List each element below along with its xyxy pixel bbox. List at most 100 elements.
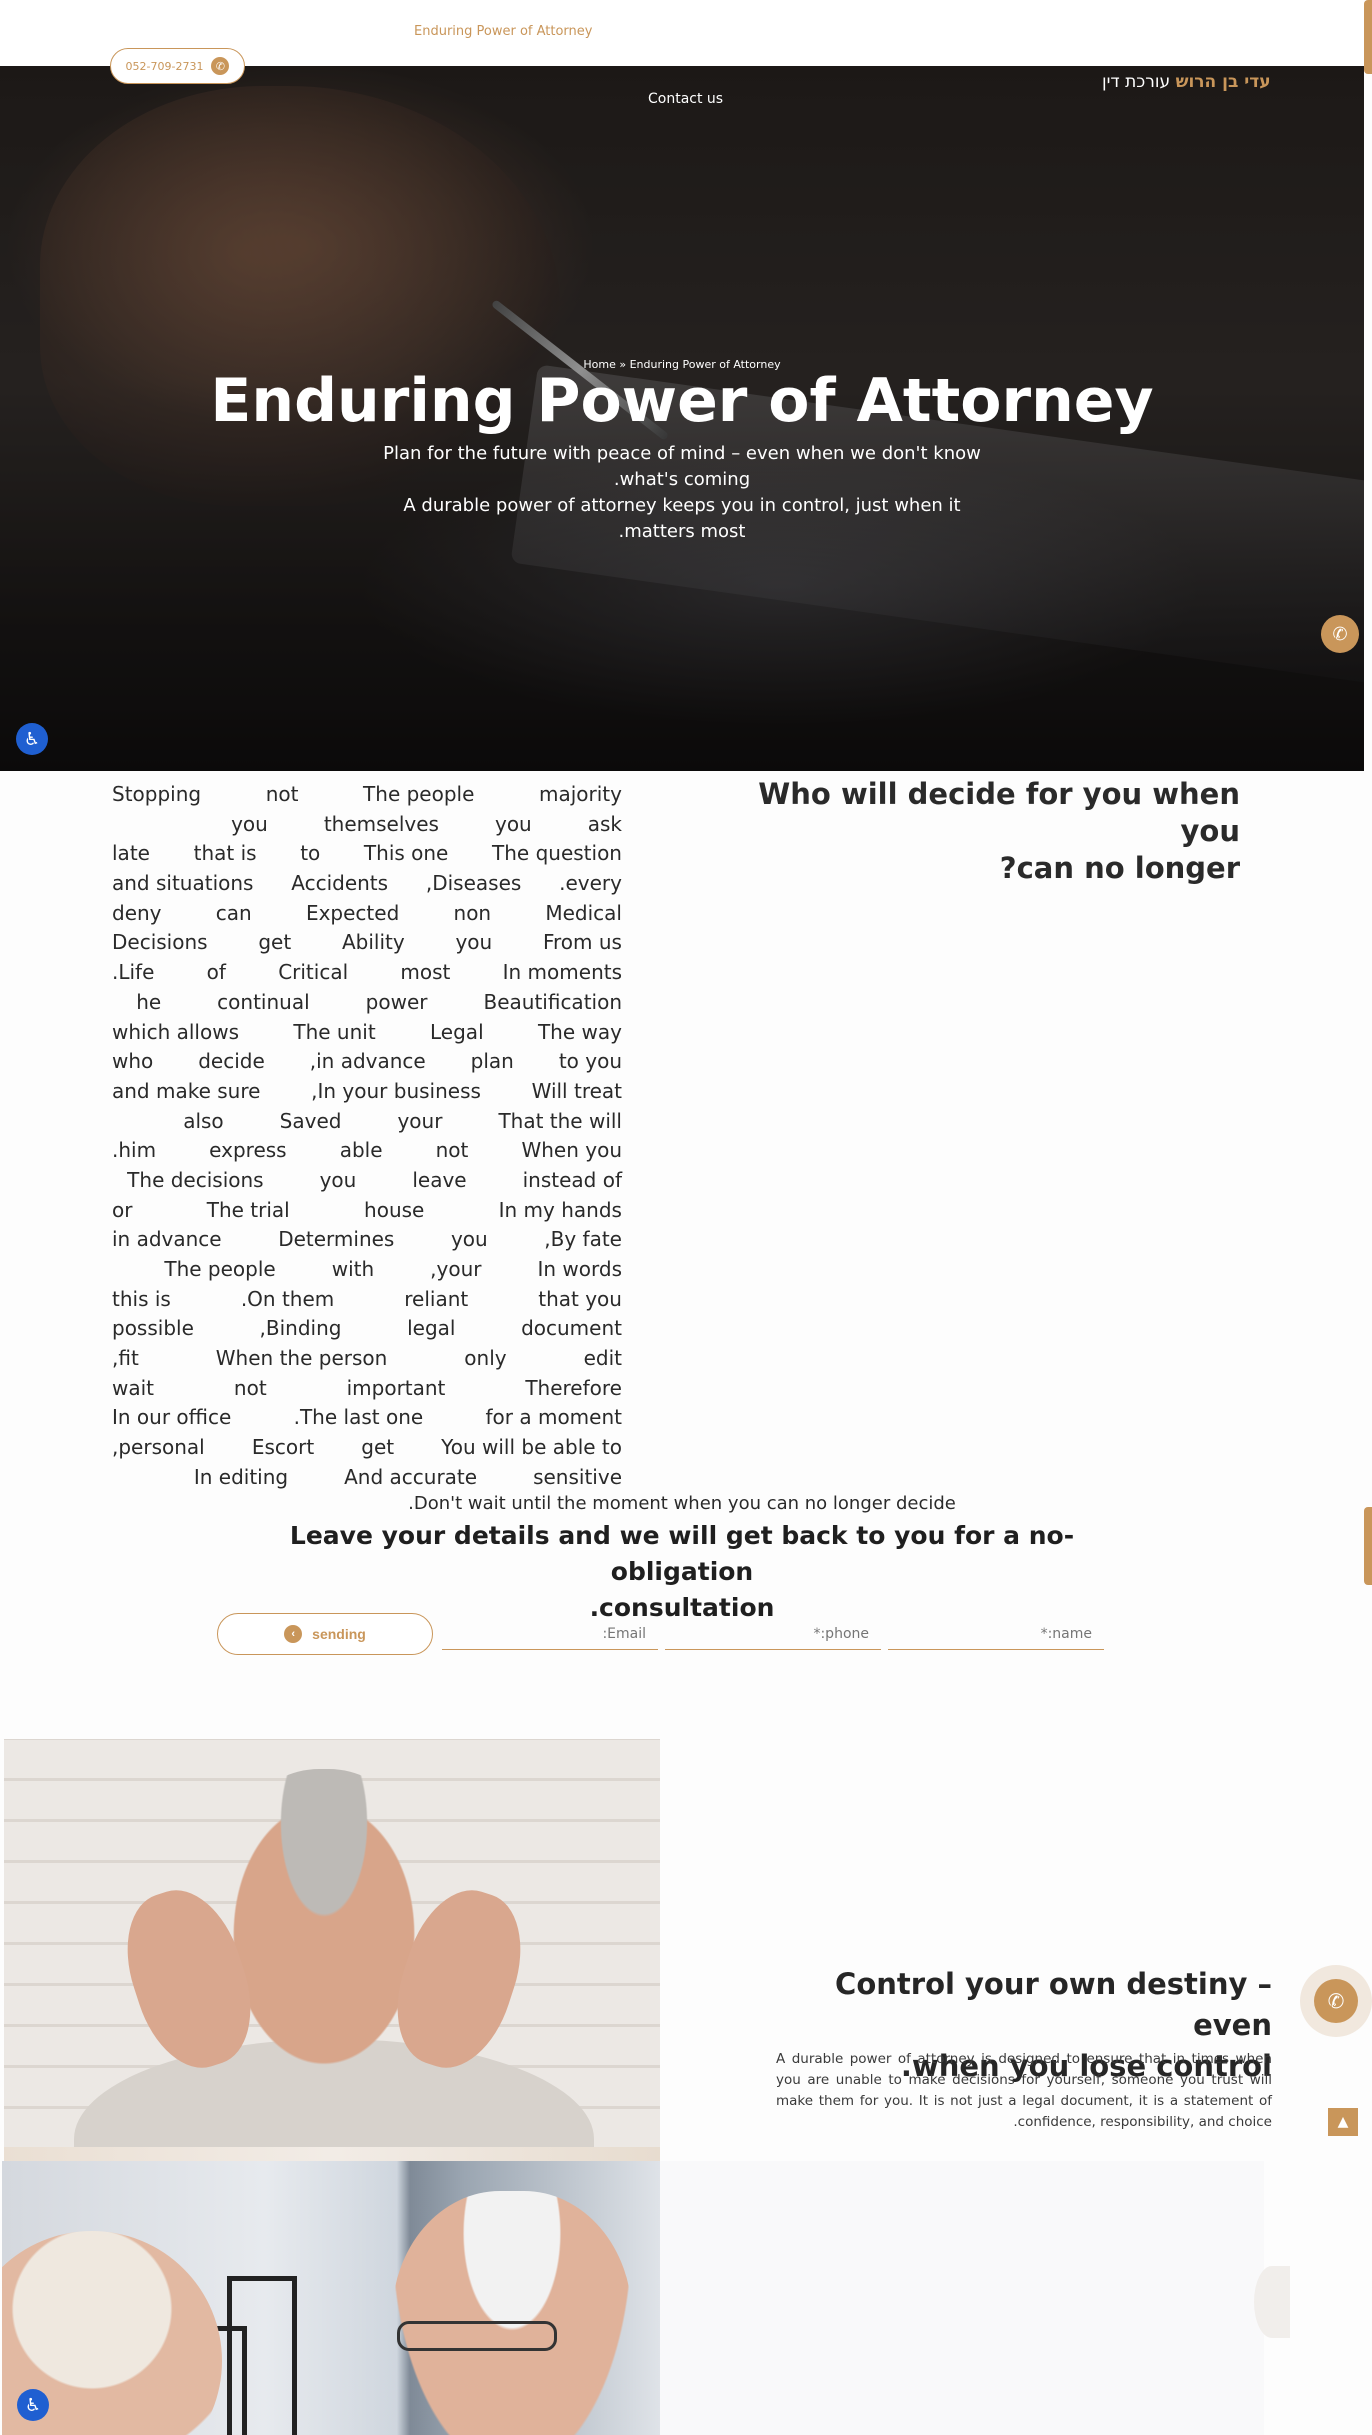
body-word: The unit — [293, 1019, 376, 1044]
body-word: late — [112, 841, 150, 866]
body-word: ,In your business — [311, 1078, 481, 1103]
scroll-to-top-button[interactable]: ▲ — [1328, 2108, 1358, 2136]
body-word: not — [265, 782, 299, 806]
body-word: Accidents — [291, 871, 389, 896]
body-word: that you — [538, 1286, 622, 1311]
body-word: majority — [539, 782, 622, 806]
body-word: and situations — [112, 871, 254, 896]
body-line: .Life of Critical most In moments — [112, 958, 622, 988]
body-word: decide — [198, 1049, 265, 1074]
logo-tagline: עורכת דין — [1102, 72, 1171, 92]
who-title-line: ?can no longer — [999, 851, 1240, 885]
body-word: deny — [112, 900, 162, 925]
body-word: you — [494, 811, 532, 836]
phone-icon: ✆ — [211, 57, 230, 75]
body-word: legal — [407, 1316, 456, 1341]
destiny-title-line: Control your own destiny – even — [835, 1967, 1272, 2042]
body-word: .every — [559, 871, 622, 896]
body-word: ,fit — [112, 1346, 139, 1371]
send-button[interactable]: ‹ sending — [217, 1613, 433, 1655]
body-word: most — [400, 960, 451, 985]
hero-subtitle-line: A durable power of attorney keeps you in… — [403, 495, 961, 516]
hero-subtitle-line: .matters most — [618, 521, 746, 542]
name-field[interactable] — [888, 1620, 1104, 1650]
elderly-couple-image — [2, 2161, 660, 2435]
body-word: for a moment — [485, 1405, 622, 1430]
body-word: The people — [164, 1257, 276, 1281]
chair-shape-2 — [227, 2276, 297, 2435]
body-word: important — [346, 1375, 446, 1400]
body-word: document — [521, 1316, 622, 1341]
body-line: he continual power Beautification — [112, 988, 622, 1018]
body-word: ,Diseases — [425, 871, 522, 896]
body-word: you — [450, 1227, 488, 1252]
chevron-left-icon: ‹ — [284, 1625, 303, 1643]
phone-button[interactable]: 052-709-2731 ✆ — [110, 48, 245, 84]
body-word: Escort — [251, 1435, 315, 1460]
body-word: non — [453, 900, 492, 925]
glasses-shape — [397, 2321, 557, 2351]
body-line: The decisions you leave instead of — [112, 1166, 622, 1196]
body-word: power — [365, 989, 428, 1014]
phone-icon: ✆ — [1314, 1979, 1358, 2023]
faded-call-button — [1254, 2266, 1290, 2338]
body-word: that is — [193, 841, 257, 866]
body-word: When you — [521, 1138, 622, 1163]
accessibility-button[interactable]: ♿ — [16, 723, 48, 755]
accessibility-button-2[interactable]: ♿ — [17, 2389, 49, 2421]
body-word: ,Binding — [259, 1316, 342, 1341]
body-word: When the person — [215, 1346, 388, 1371]
body-word: of — [206, 960, 226, 985]
body-word: In editing — [193, 1464, 289, 1489]
body-word: Ability — [341, 930, 405, 955]
body-word: leave — [412, 1167, 467, 1192]
body-word: your — [397, 1108, 443, 1133]
body-word: house — [364, 1197, 425, 1222]
body-word: with — [331, 1257, 375, 1281]
body-word: wait — [112, 1375, 155, 1400]
man-shape — [392, 2191, 632, 2435]
body-line: ,personal Escort get You will be able to — [112, 1433, 622, 1463]
hero-subtitle: Plan for the future with peace of mind –… — [380, 441, 984, 545]
body-word: The people — [363, 782, 475, 806]
site-logo[interactable]: עדי בן הרוש עורכת דין — [1102, 72, 1271, 92]
body-word: .him — [112, 1138, 157, 1163]
page-title-small: Enduring Power of Attorney — [414, 24, 593, 39]
lower-panel — [660, 2161, 1264, 2435]
body-word: .On them — [240, 1286, 335, 1311]
body-line: late that is to This one The question — [112, 839, 622, 869]
who-decides-title: Who will decide for you when you ?can no… — [720, 776, 1240, 887]
body-word: Legal — [430, 1019, 484, 1044]
phone-field[interactable] — [665, 1620, 881, 1650]
body-word: Critical — [278, 960, 349, 985]
image-divider — [4, 2147, 660, 2161]
body-line: Stopping not The people majority — [112, 780, 622, 810]
nav-contact-us[interactable]: Contact us — [648, 91, 723, 107]
body-word: who — [112, 1049, 154, 1074]
email-input[interactable] — [442, 1620, 658, 1648]
phone-input[interactable] — [665, 1620, 881, 1648]
body-word: The trial — [206, 1197, 290, 1222]
phone-icon: ✆ — [1332, 623, 1348, 645]
body-word: not — [435, 1138, 469, 1163]
body-word: From us — [542, 930, 622, 955]
body-line: in advance Determines you ,By fate — [112, 1225, 622, 1255]
stressed-man-image — [4, 1739, 660, 2147]
floating-call-button[interactable]: ✆ — [1321, 615, 1359, 653]
accessibility-icon: ♿ — [23, 728, 41, 750]
body-word: possible — [112, 1316, 194, 1341]
body-word: .Life — [112, 960, 155, 985]
who-decides-closing: .Don't wait until the moment when you ca… — [408, 1493, 956, 1514]
email-field[interactable] — [442, 1620, 658, 1650]
body-word: The way — [537, 1019, 622, 1044]
hero-title: Enduring Power of Attorney — [210, 366, 1154, 436]
body-word: Saved — [279, 1108, 342, 1133]
body-word: express — [209, 1138, 287, 1163]
call-bubble-button[interactable]: ✆ — [1300, 1965, 1372, 2037]
body-line: Decisions get Ability you From us — [112, 928, 622, 958]
destiny-text: A durable power of attorney is designed … — [776, 2051, 1272, 2130]
body-word: you — [319, 1167, 357, 1192]
name-input[interactable] — [888, 1620, 1104, 1648]
body-word: you — [455, 930, 493, 955]
body-word: sensitive — [533, 1464, 622, 1489]
